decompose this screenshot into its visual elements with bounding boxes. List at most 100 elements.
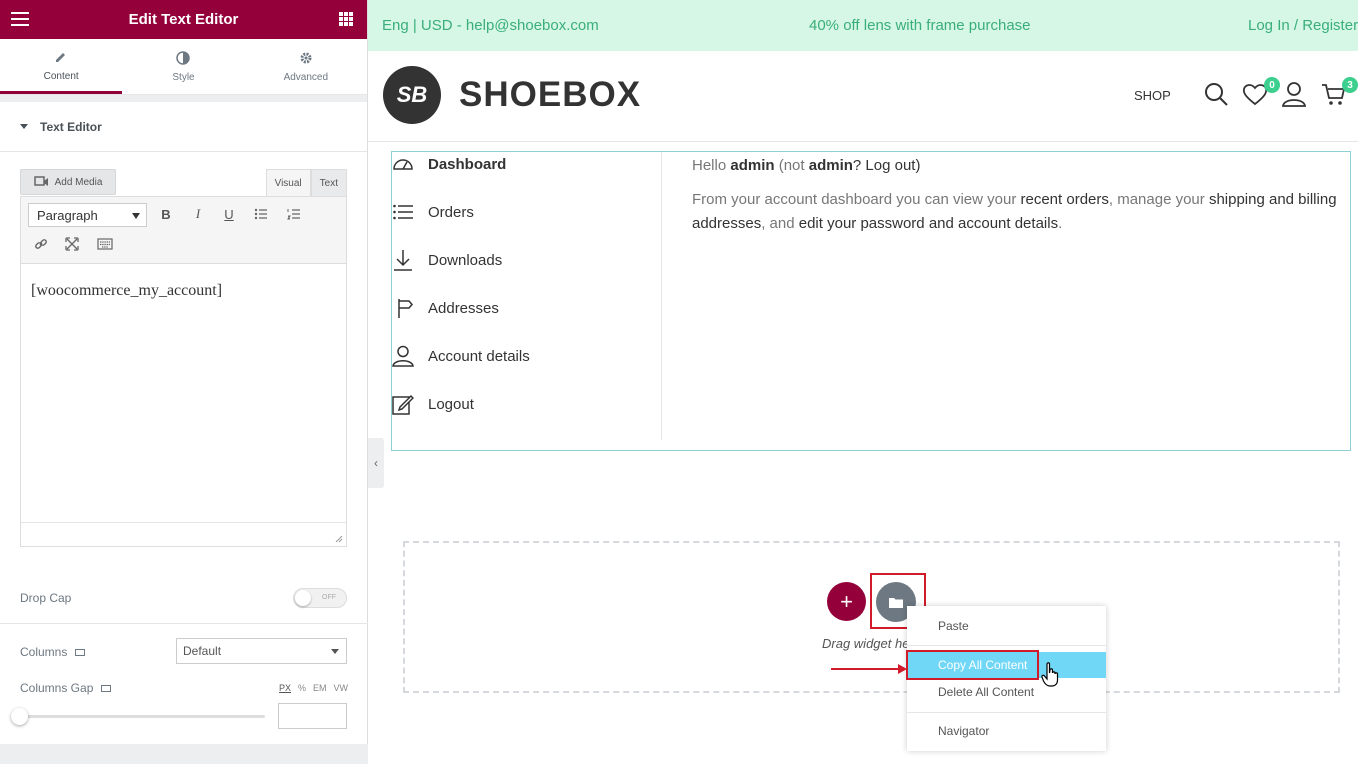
menu-item-paste[interactable]: Paste [907,613,1106,639]
unit-px[interactable]: PX [279,683,291,693]
nav-orders[interactable]: Orders [392,200,474,224]
tab-visual[interactable]: Visual [265,169,311,197]
add-media-label: Add Media [54,176,103,188]
columns-gap-label: Columns Gap [20,681,112,695]
hello-text: Hello admin (not admin? Log out) [692,157,921,174]
bullet-list-icon[interactable] [252,205,270,223]
menu-separator [907,645,1106,646]
columns-select[interactable]: Default [176,638,347,664]
topbar-login-link[interactable]: Log In / Register [1248,17,1358,34]
account-dashboard-content: Hello admin (not admin? Log out) From yo… [692,154,1342,246]
add-media-button[interactable]: Add Media [20,169,116,195]
format-select[interactable]: Paragraph [28,203,147,227]
chevron-down-icon [132,213,140,219]
nav-downloads[interactable]: Downloads [392,248,502,272]
editor-toolbar: Paragraph B I U [20,196,347,264]
tab-content[interactable]: Content [0,39,123,94]
nav-dashboard[interactable]: Dashboard [392,152,506,176]
search-icon[interactable] [1203,81,1229,107]
tab-advanced[interactable]: Advanced [244,39,367,94]
slider-handle[interactable] [11,708,28,725]
section-title: Text Editor [40,119,102,134]
tab-style[interactable]: Style [122,39,245,94]
keyboard-icon[interactable] [96,235,114,253]
desktop-icon [101,685,112,693]
unit-vw[interactable]: VW [334,683,349,693]
underline-icon[interactable]: U [220,205,238,223]
section-text-editor[interactable]: Text Editor [0,102,367,152]
drop-cap-toggle[interactable]: OFF [293,588,347,608]
columns-select-value: Default [183,644,222,658]
nav-addresses[interactable]: Addresses [392,296,499,320]
nav-shop-link[interactable]: SHOP [1134,88,1171,103]
tab-text[interactable]: Text [310,169,347,197]
topbar-contact[interactable]: Eng | USD - help@shoebox.com [382,17,599,34]
chevron-down-icon [331,649,339,654]
panel-tabs: Content Style Advanced [0,39,367,95]
my-account-widget: Dashboard Orders Downloads Addresses Acc… [391,151,1351,451]
nav-account-details-label: Account details [428,347,530,365]
logout-link[interactable]: ? Log out) [853,157,921,174]
user-icon [392,345,414,367]
dashboard-description: From your account dashboard you can view… [692,191,1337,232]
edit-icon [392,394,414,415]
add-section-button[interactable]: + [827,582,866,621]
cart-badge: 3 [1342,77,1358,93]
logo-mark[interactable]: SB [383,66,441,124]
tab-style-label: Style [172,72,195,83]
columns-gap-slider[interactable] [20,715,265,718]
contrast-icon [176,51,191,65]
widgets-grid-icon[interactable] [339,12,353,26]
dashboard-icon [393,159,413,170]
panel-header: Edit Text Editor [0,0,367,39]
fullscreen-icon[interactable] [63,235,81,253]
editor-textarea[interactable]: [woocommerce_my_account] [20,264,347,547]
nav-logout-label: Logout [428,395,474,413]
logo-text[interactable]: SHOEBOX [459,75,641,115]
unit-em[interactable]: EM [313,683,327,693]
panel-footer-strip [0,744,368,764]
hand-cursor-icon [1041,662,1059,687]
toggle-knob [295,590,311,606]
menu-item-navigator[interactable]: Navigator [907,718,1106,744]
tab-advanced-label: Advanced [283,72,329,83]
gear-icon [300,52,312,64]
columns-label-text: Columns [20,645,68,659]
link-icon[interactable] [32,235,50,253]
nav-logout[interactable]: Logout [392,392,474,416]
caret-down-icon [20,124,28,129]
download-icon [394,250,412,271]
nav-account-details[interactable]: Account details [392,344,530,368]
plus-icon: + [840,588,853,614]
editor-resize-bar[interactable] [21,522,346,546]
drop-cap-label: Drop Cap [20,591,72,605]
pencil-icon [56,52,66,62]
menu-separator [907,712,1106,713]
numbered-list-icon[interactable] [285,205,303,223]
view-tabs: Visual Text [265,169,347,197]
recent-orders-link[interactable]: recent orders [1021,191,1109,208]
username-2: admin [808,157,853,174]
bold-icon[interactable]: B [157,205,175,223]
unit-percent[interactable]: % [298,683,306,693]
chevron-left-icon: ‹ [374,456,378,470]
resize-handle-icon[interactable] [335,535,343,543]
editor-content: [woocommerce_my_account] [31,282,223,299]
menu-icon[interactable] [11,12,29,26]
username: admin [730,157,775,174]
columns-gap-input[interactable] [278,703,347,729]
annotation-arrow [831,664,907,674]
italic-icon[interactable]: I [189,205,207,223]
divider [0,623,368,624]
highlight-box-copy [906,650,1039,680]
account-details-link[interactable]: edit your password and account details [799,215,1058,232]
toggle-state: OFF [322,594,336,601]
list-icon [393,204,413,220]
wishlist-badge: 0 [1264,77,1280,93]
collapse-panel-button[interactable]: ‹ [368,438,384,488]
user-icon[interactable] [1281,81,1307,107]
tab-content-label: Content [43,70,79,82]
menu-item-delete-all-content[interactable]: Delete All Content [907,679,1106,705]
desktop-icon [75,649,86,657]
panel-title: Edit Text Editor [128,11,239,28]
